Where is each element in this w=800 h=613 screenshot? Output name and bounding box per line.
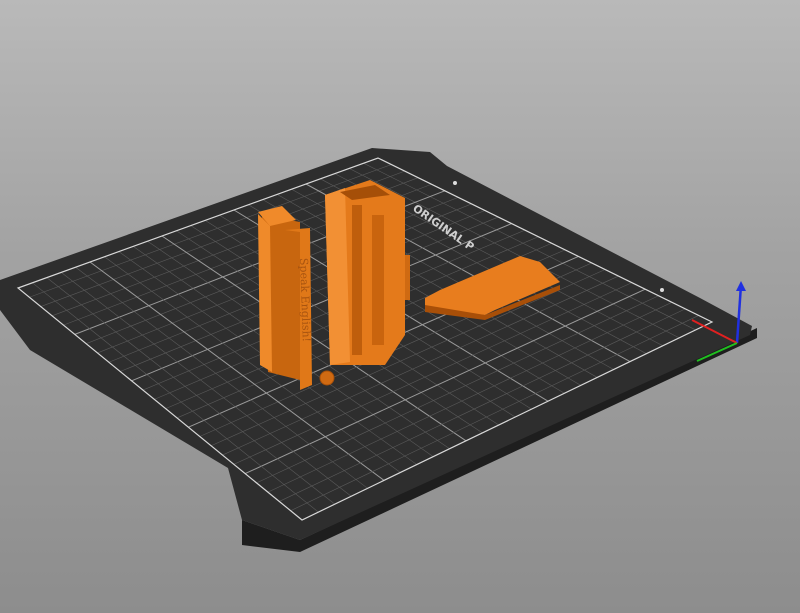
3d-viewport[interactable]: ORIGINAL P Speak English!: [0, 0, 800, 613]
object-center-part[interactable]: [325, 180, 410, 365]
